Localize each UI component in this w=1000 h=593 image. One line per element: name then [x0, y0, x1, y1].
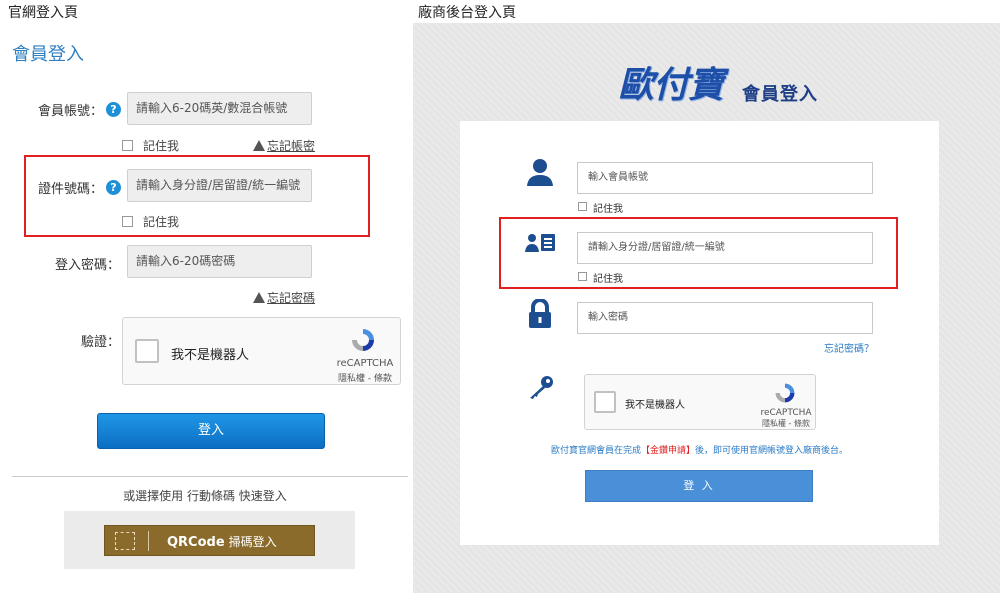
recaptcha-terms[interactable]: 隱私權 - 條款 [335, 371, 395, 384]
vendor-recaptcha-text: 我不是機器人 [625, 400, 685, 411]
forgot-account-link[interactable]: 忘記帳密 [253, 137, 315, 154]
lock-icon [529, 299, 551, 328]
vendor-remember-id-checkbox[interactable] [578, 272, 587, 281]
vendor-notice: 歐付寶官網會員在完成【金鑽申請】後，即可使用官網帳號登入廠商後台。 [460, 443, 939, 456]
password-label: 登入密碼： [54, 258, 120, 273]
qr-login-area: QRCode 掃碼登入 [64, 511, 355, 569]
forgot-password-text[interactable]: 忘記密碼 [267, 291, 315, 305]
account-input[interactable]: 請輸入6-20碼英/數混合帳號 [127, 92, 312, 125]
password-input[interactable]: 請輸入6-20碼密碼 [127, 245, 312, 278]
user-icon [527, 159, 553, 186]
remember-id-checkbox[interactable] [122, 216, 133, 227]
qrcode-label: QRCode 掃碼登入 [167, 533, 277, 550]
verify-label: 驗證： [80, 335, 120, 350]
notice-pre: 歐付寶官網會員在完成 [550, 446, 641, 456]
id-card-icon [525, 234, 555, 252]
forgot-account-text[interactable]: 忘記帳密 [267, 139, 315, 153]
qrcode-icon [115, 532, 135, 550]
help-icon[interactable]: ? [106, 180, 121, 195]
warning-icon [253, 140, 265, 151]
recaptcha-checkbox[interactable] [135, 339, 159, 363]
remember-account-label: 記住我 [143, 139, 180, 153]
recaptcha-brand: reCAPTCHA [336, 358, 394, 369]
recaptcha-text: 我不是機器人 [171, 348, 250, 363]
vendor-id-number-input[interactable]: 請輸入身分證/居留證/統一編號 [577, 232, 873, 264]
id-number-label: 證件號碼： [37, 182, 103, 197]
qrcode-sub-label: 掃碼登入 [228, 535, 277, 549]
recaptcha-widget[interactable]: 我不是機器人 reCAPTCHA 隱私權 - 條款 [122, 317, 401, 385]
divider [12, 476, 408, 477]
right-caption: 廠商後台登入頁 [418, 5, 516, 21]
help-icon[interactable]: ? [106, 102, 121, 117]
notice-post: 後，即可使用官網帳號登入廠商後台。 [695, 446, 849, 456]
logo-subtitle: 會員登入 [742, 84, 818, 105]
warning-icon [253, 292, 265, 303]
id-number-input[interactable]: 請輸入身分證/居留證/統一編號 [127, 169, 312, 202]
alt-login-text: 或選擇使用 行動條碼 快速登入 [123, 489, 287, 503]
vendor-account-input[interactable]: 輸入會員帳號 [577, 162, 873, 194]
official-login-panel: 會員登入 會員帳號： ? 請輸入6-20碼英/數混合帳號 記住我 忘記帳密 證件… [0, 0, 410, 593]
forgot-password-link[interactable]: 忘記密碼 [253, 289, 315, 306]
remember-account-checkbox[interactable] [122, 140, 133, 151]
vendor-remember-id-label: 記住我 [593, 274, 623, 285]
account-label: 會員帳號： [37, 104, 103, 119]
remember-id-label: 記住我 [143, 215, 180, 229]
vendor-login-button[interactable]: 登 入 [585, 470, 813, 502]
recaptcha-logo-icon [775, 383, 795, 403]
qrcode-main-label: QRCode [167, 535, 225, 550]
separator [148, 531, 149, 551]
vendor-recaptcha-widget[interactable]: 我不是機器人 reCAPTCHA 隱私權 - 條款 [584, 374, 816, 430]
vendor-recaptcha-checkbox[interactable] [594, 391, 616, 413]
qrcode-login-button[interactable]: QRCode 掃碼登入 [104, 525, 315, 556]
recaptcha-logo-icon [352, 329, 374, 351]
vendor-remember-account-checkbox[interactable] [578, 202, 587, 211]
vendor-password-input[interactable]: 輸入密碼 [577, 302, 873, 334]
diamond-apply-link[interactable]: 【金鑽申請】 [641, 446, 695, 456]
vendor-recaptcha-terms[interactable]: 隱私權 - 條款 [757, 418, 815, 429]
vendor-forgot-password-link[interactable]: 忘記密碼？ [824, 340, 874, 355]
page-title: 會員登入 [12, 44, 84, 65]
vendor-recaptcha-brand: reCAPTCHA [760, 408, 812, 418]
allpay-logo: 歐付寶 [618, 65, 724, 106]
vendor-remember-account-label: 記住我 [593, 204, 623, 215]
key-icon [530, 376, 553, 399]
login-button[interactable]: 登入 [97, 413, 325, 449]
